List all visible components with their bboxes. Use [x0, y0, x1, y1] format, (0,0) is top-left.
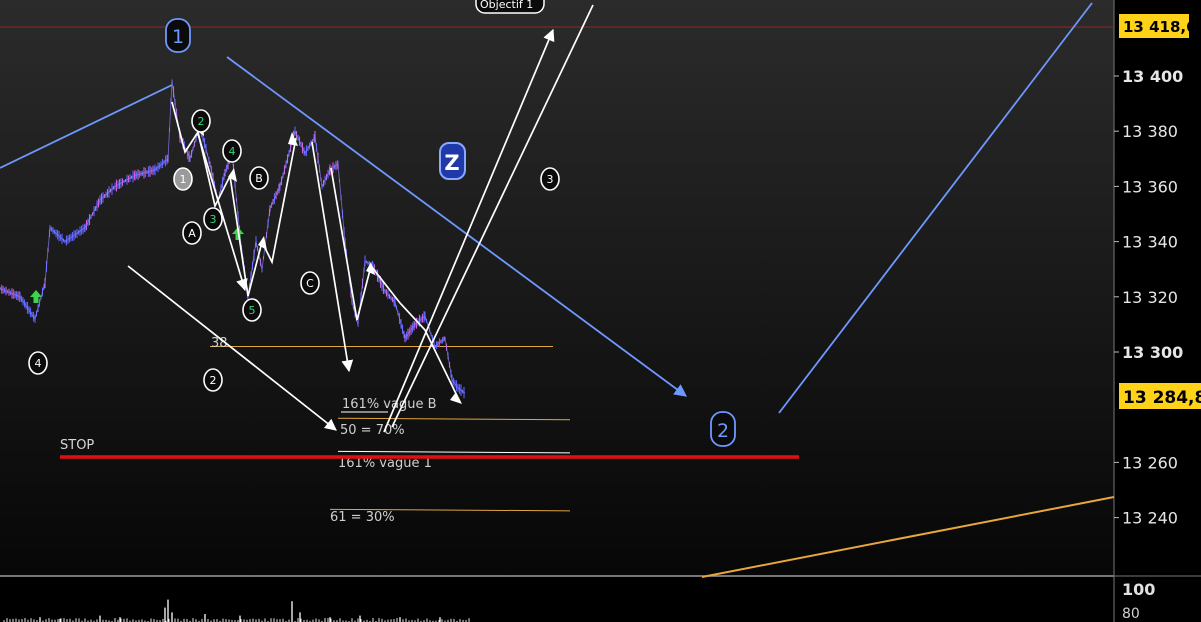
- price-pane-background: [0, 0, 1114, 575]
- wave-label-white[interactable]: 2: [191, 109, 211, 133]
- price-axis[interactable]: 13 400 13 380 13 360 13 340 13 320 13 300 13 2…: [1114, 67, 1183, 528]
- chart-canvas: 13 40013 38013 36013 34013 32013 30013 2…: [0, 0, 1201, 622]
- fib-label-61-30: 61 = 30%: [330, 510, 395, 525]
- price-tick-label: 13 400: [1122, 67, 1183, 86]
- wave-label-white[interactable]: 5: [242, 298, 262, 322]
- svg-text:5: 5: [249, 304, 256, 317]
- price-tag-last-label: 13 284,8: [1123, 388, 1201, 408]
- price-tick-label: 13 380: [1122, 122, 1178, 141]
- wave-label-white[interactable]: 3: [540, 167, 560, 191]
- wave-label-white[interactable]: 3: [203, 207, 223, 231]
- stop-label: STOP: [60, 438, 94, 453]
- fib-label-50-70: 50 = 70%: [340, 423, 405, 438]
- svg-text:B: B: [255, 172, 263, 185]
- wave-label-white[interactable]: 4: [222, 139, 242, 163]
- svg-text:3: 3: [547, 173, 554, 186]
- svg-text:2: 2: [717, 420, 729, 442]
- volume-tick-label: 100: [1122, 580, 1155, 599]
- wave-label-white[interactable]: C: [300, 271, 320, 295]
- svg-text:1: 1: [172, 26, 184, 48]
- wave-label-white[interactable]: 4: [28, 351, 48, 375]
- wave-label-white[interactable]: A: [182, 221, 202, 245]
- objectif-label: Objectif 1: [480, 0, 533, 11]
- price-tag-high: 13 418,6: [1119, 14, 1197, 38]
- wave-label-white[interactable]: 1: [173, 167, 193, 191]
- wave-label-white[interactable]: B: [249, 166, 269, 190]
- svg-text:3: 3: [210, 213, 217, 226]
- price-tick-label: 13 260: [1122, 453, 1178, 472]
- price-axis-background: [1114, 0, 1201, 622]
- volume-tick-label: 80: [1122, 606, 1140, 622]
- svg-text:A: A: [188, 227, 196, 240]
- wave-label-blue-1[interactable]: 1: [165, 18, 191, 53]
- price-tag-last: 13 284,8: [1119, 383, 1201, 409]
- price-tick-label: 13 340: [1122, 233, 1178, 252]
- svg-text:C: C: [306, 277, 314, 290]
- price-tick-label: 13 240: [1122, 509, 1178, 528]
- price-tick-label: 13 300: [1122, 343, 1183, 362]
- svg-text:1: 1: [180, 173, 187, 186]
- label-161-vague-b: 161% vague B: [342, 397, 437, 412]
- volume-pane-background: [0, 577, 1114, 622]
- wave-label-blue-z[interactable]: Z: [439, 142, 466, 180]
- svg-text:4: 4: [229, 145, 236, 158]
- svg-text:4: 4: [35, 357, 42, 370]
- price-tick-label: 13 360: [1122, 177, 1178, 196]
- svg-text:Z: Z: [444, 151, 459, 175]
- price-tag-high-label: 13 418,6: [1123, 18, 1197, 36]
- svg-text:2: 2: [210, 374, 217, 387]
- price-tick-label: 13 320: [1122, 288, 1178, 307]
- wave-label-white[interactable]: 2: [203, 368, 223, 392]
- svg-text:2: 2: [198, 115, 205, 128]
- wave-label-blue-2[interactable]: 2: [710, 411, 736, 447]
